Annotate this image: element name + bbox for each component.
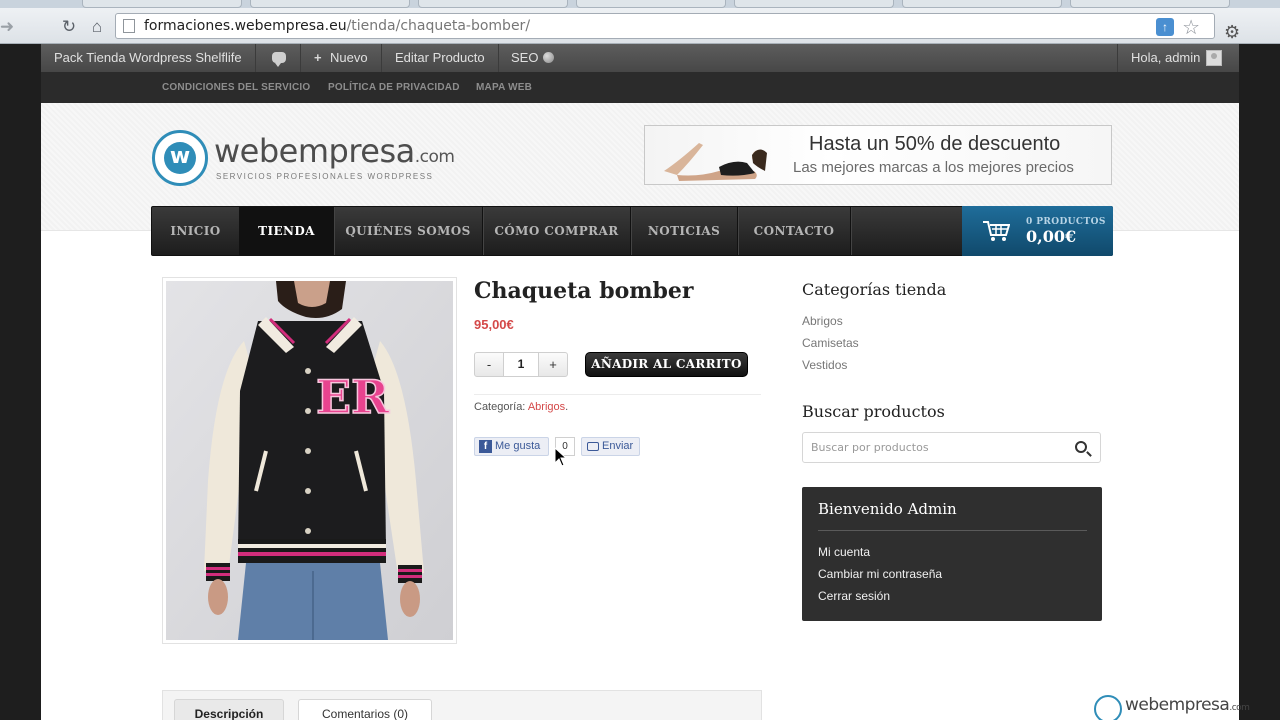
sidebar-item-camisetas[interactable]: Camisetas bbox=[802, 336, 859, 350]
edit-product-button[interactable]: Editar Producto bbox=[382, 44, 499, 72]
browser-toolbar: ➜ ↻ ⌂ formaciones.webempresa.eu/tienda/c… bbox=[0, 8, 1280, 44]
address-bar[interactable]: formaciones.webempresa.eu/tienda/chaquet… bbox=[115, 13, 1215, 39]
nav-item-como-comprar[interactable]: CÓMO COMPRAR bbox=[483, 207, 631, 255]
jacket-photo: ER bbox=[166, 281, 453, 640]
cart-icon bbox=[983, 221, 1010, 241]
sidebar-item-abrigos[interactable]: Abrigos bbox=[802, 314, 843, 328]
welcome-title: Bienvenido Admin bbox=[818, 500, 957, 518]
quantity-plus-button[interactable]: + bbox=[538, 352, 568, 377]
like-label: Me gusta bbox=[495, 440, 541, 452]
add-to-cart-button[interactable]: AÑADIR AL CARRITO bbox=[585, 352, 748, 377]
top-links-bar: CONDICIONES DEL SERVICIO POLÍTICA DE PRI… bbox=[41, 72, 1239, 103]
banner-subline: Las mejores marcas a los mejores precios bbox=[793, 159, 1074, 176]
seo-menu[interactable]: SEO bbox=[498, 44, 567, 72]
nav-item-inicio[interactable]: INICIO bbox=[152, 207, 240, 255]
link-terms[interactable]: CONDICIONES DEL SERVICIO bbox=[162, 82, 310, 93]
change-password-link[interactable]: Cambiar mi contraseña bbox=[818, 567, 942, 581]
sidebar-item-vestidos[interactable]: Vestidos bbox=[802, 358, 847, 372]
facebook-icon: f bbox=[479, 440, 492, 453]
nav-item-tienda[interactable]: TIENDA bbox=[240, 207, 334, 255]
search-icon[interactable] bbox=[1075, 441, 1087, 453]
url-text: formaciones.webempresa.eu/tienda/chaquet… bbox=[144, 18, 531, 34]
browser-tab[interactable] bbox=[250, 0, 410, 8]
browser-tab[interactable] bbox=[418, 0, 568, 8]
screen: ➜ ↻ ⌂ formaciones.webempresa.eu/tienda/c… bbox=[0, 0, 1280, 720]
svg-text:ER: ER bbox=[316, 370, 390, 424]
logo-wordmark: webempresa.com bbox=[214, 132, 455, 170]
cart-count: 0 PRODUCTOS bbox=[1026, 217, 1106, 227]
nav-item-quienes-somos[interactable]: QUIÉNES SOMOS bbox=[334, 207, 483, 255]
facebook-like-button[interactable]: f Me gusta bbox=[474, 437, 549, 456]
facebook-send-button[interactable]: Enviar bbox=[581, 437, 640, 456]
seo-status-icon bbox=[543, 52, 555, 63]
browser-tab[interactable] bbox=[902, 0, 1062, 8]
logo-tagline: SERVICIOS PROFESIONALES WORDPRESS bbox=[216, 172, 434, 181]
home-icon[interactable]: ⌂ bbox=[86, 16, 108, 38]
promo-banner[interactable]: Hasta un 50% de descuento Las mejores ma… bbox=[644, 125, 1112, 185]
search-input[interactable] bbox=[803, 433, 1063, 462]
browser-tab[interactable] bbox=[576, 0, 726, 8]
summary-divider bbox=[474, 394, 761, 395]
cart-total: 0,00€ bbox=[1026, 227, 1077, 246]
search-heading: Buscar productos bbox=[802, 402, 945, 421]
send-icon bbox=[587, 442, 599, 451]
extension-icon[interactable]: ↑ bbox=[1156, 18, 1174, 36]
category-label: Categoría: bbox=[474, 401, 526, 413]
category-link[interactable]: Abrigos bbox=[528, 401, 565, 413]
browser-tab[interactable] bbox=[734, 0, 894, 8]
categories-heading: Categorías tienda bbox=[802, 280, 947, 299]
tab-comments[interactable]: Comentarios (0) bbox=[298, 699, 432, 720]
cart-widget[interactable]: 0 PRODUCTOS 0,00€ bbox=[962, 206, 1113, 256]
link-sitemap[interactable]: MAPA WEB bbox=[476, 82, 532, 93]
banner-headline: Hasta un 50% de descuento bbox=[809, 133, 1061, 155]
banner-model-image bbox=[664, 143, 767, 181]
nav-item-contacto[interactable]: CONTACTO bbox=[738, 207, 851, 255]
logout-link[interactable]: Cerrar sesión bbox=[818, 589, 890, 603]
admin-site-name[interactable]: Pack Tienda Wordpress Shelflife bbox=[41, 44, 256, 72]
product-search bbox=[802, 432, 1101, 463]
product-title: Chaqueta bomber bbox=[474, 278, 694, 304]
product-category: Categoría: Abrigos. bbox=[474, 401, 568, 413]
greeting-label: Hola, admin bbox=[1131, 50, 1201, 65]
mouse-cursor-icon bbox=[554, 447, 568, 467]
category-suffix: . bbox=[565, 401, 569, 413]
admin-bar: Pack Tienda Wordpress Shelflife + Nuevo E… bbox=[41, 44, 1239, 72]
page-icon bbox=[123, 19, 135, 33]
browser-tab-strip bbox=[0, 0, 1280, 8]
plus-icon: + bbox=[314, 50, 322, 65]
video-watermark-logo: webempresa.com bbox=[1094, 694, 1250, 720]
browser-tab[interactable] bbox=[82, 0, 242, 8]
window-frame-left bbox=[0, 44, 41, 720]
window-frame-right bbox=[1239, 44, 1280, 720]
quantity-input[interactable]: 1 bbox=[504, 352, 538, 377]
site-logo[interactable]: w webempresa.com SERVICIOS PROFESIONALES… bbox=[152, 130, 455, 190]
seo-label: SEO bbox=[511, 50, 539, 65]
new-button[interactable]: + Nuevo bbox=[301, 44, 382, 72]
logo-mark-icon: w bbox=[152, 130, 208, 186]
new-label: Nuevo bbox=[330, 50, 368, 65]
forward-icon[interactable]: ➜ bbox=[0, 16, 18, 38]
bookmark-star-icon[interactable]: ☆ bbox=[1182, 15, 1200, 40]
link-privacy[interactable]: POLÍTICA DE PRIVACIDAD bbox=[328, 82, 460, 93]
reload-icon[interactable]: ↻ bbox=[58, 16, 80, 38]
avatar[interactable] bbox=[1206, 50, 1222, 66]
tab-description[interactable]: Descripción bbox=[174, 699, 284, 720]
product-image[interactable]: ER bbox=[162, 277, 457, 644]
welcome-divider bbox=[818, 530, 1087, 531]
my-account-link[interactable]: Mi cuenta bbox=[818, 545, 870, 559]
quantity-minus-button[interactable]: - bbox=[474, 352, 504, 377]
nav-item-noticias[interactable]: NOTICIAS bbox=[631, 207, 738, 255]
comment-bubble-icon bbox=[272, 52, 286, 67]
welcome-widget: Bienvenido Admin Mi cuenta Cambiar mi co… bbox=[802, 487, 1102, 621]
watermark-logo-icon bbox=[1094, 695, 1122, 720]
settings-gear-icon[interactable]: ⚙ bbox=[1224, 22, 1240, 43]
browser-tab[interactable] bbox=[1070, 0, 1230, 8]
send-label: Enviar bbox=[602, 440, 634, 452]
watermark-text: webempresa.com bbox=[1125, 695, 1250, 715]
product-price: 95,00€ bbox=[474, 317, 514, 332]
product-tabs: Descripción Comentarios (0) bbox=[162, 690, 762, 720]
